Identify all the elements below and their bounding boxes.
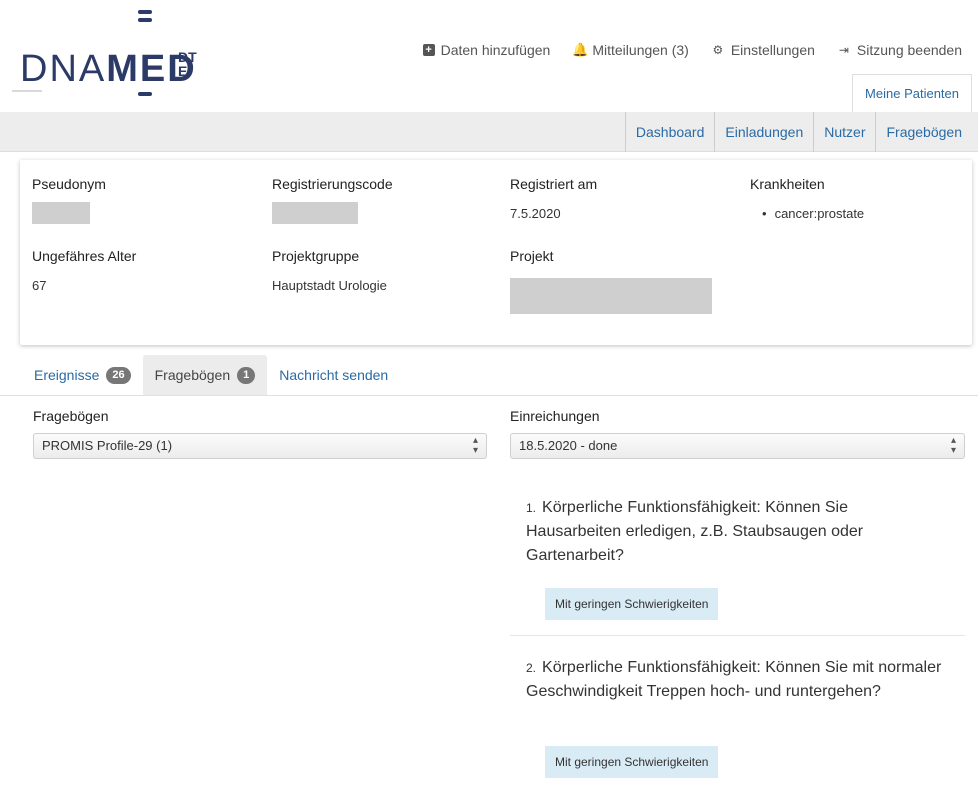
settings-link[interactable]: ⚙ Einstellungen — [711, 42, 815, 58]
question-divider — [510, 635, 965, 636]
answer-badge: Mit geringen Schwierigkeiten — [545, 588, 719, 620]
detail-tabs: Ereignisse 26 Fragebögen 1 Nachricht sen… — [22, 355, 400, 395]
question-number: 1. — [526, 501, 537, 515]
sign-out-icon: ⇥ — [838, 43, 849, 57]
questionnaire-selected-value: PROMIS Profile-29 (1) — [42, 438, 173, 453]
age-field: Ungefähres Alter 67 — [32, 248, 136, 293]
logo-bar — [138, 92, 152, 96]
tab-label: Ereignisse — [34, 367, 100, 383]
group-field: Projektgruppe Hauptstadt Urologie — [272, 248, 387, 293]
question-number: 2. — [526, 661, 537, 675]
settings-label: Einstellungen — [730, 42, 815, 58]
logout-label: Sitzung beenden — [856, 42, 962, 58]
sub-navigation: Dashboard Einladungen Nutzer Fragebögen — [0, 112, 978, 152]
select-arrows-icon: ▴ ▾ — [950, 435, 956, 456]
regcode-label: Registrierungscode — [272, 176, 393, 192]
registered-field: Registriert am 7.5.2020 — [510, 176, 597, 221]
notifications-link[interactable]: 🔔 Mitteilungen (3) — [572, 42, 689, 58]
logo-suffix: DT E — [178, 49, 197, 79]
registered-value: 7.5.2020 — [510, 206, 561, 221]
project-field: Projekt — [510, 248, 712, 314]
notifications-label: Mitteilungen (3) — [592, 42, 689, 58]
tab-ereignisse[interactable]: Ereignisse 26 — [22, 355, 143, 395]
patient-info-card: Pseudonym Registrierungscode Registriert… — [20, 160, 972, 345]
group-label: Projektgruppe — [272, 248, 360, 264]
logo-underline — [12, 90, 42, 92]
subnav-dashboard[interactable]: Dashboard — [624, 112, 715, 152]
tab-label: Nachricht senden — [279, 367, 389, 383]
pseudonym-field: Pseudonym — [32, 176, 106, 224]
top-navigation: + Daten hinzufügen 🔔 Mitteilungen (3) ⚙ … — [422, 42, 962, 58]
tab-meine-patienten[interactable]: Meine Patienten — [852, 74, 972, 112]
answer-badge: Mit geringen Schwierigkeiten — [545, 746, 719, 778]
diseases-label: Krankheiten — [750, 176, 825, 192]
submissions-select[interactable]: 18.5.2020 - done ▴ ▾ — [510, 433, 965, 459]
plus-square-icon: + — [422, 44, 435, 56]
question-text: Körperliche Funktionsfähigkeit: Können S… — [526, 659, 942, 700]
tab-label: Fragebögen — [154, 367, 231, 383]
regcode-redacted — [272, 202, 358, 224]
subnav-frageboegen[interactable]: Fragebögen — [875, 112, 972, 152]
gears-icon: ⚙ — [712, 43, 724, 57]
age-label: Ungefähres Alter — [32, 248, 137, 264]
add-data-link[interactable]: + Daten hinzufügen — [422, 42, 551, 58]
regcode-field: Registrierungscode — [272, 176, 393, 224]
submission-selected-value: 18.5.2020 - done — [519, 438, 618, 453]
pseudonym-label: Pseudonym — [32, 176, 106, 192]
question-1: 1. Körperliche Funktionsfähigkeit: Können… — [526, 496, 946, 568]
disease-item: cancer:prostate — [762, 206, 865, 221]
questionnaire-select[interactable]: PROMIS Profile-29 (1) ▴ ▾ — [33, 433, 487, 459]
tab-nachricht-senden[interactable]: Nachricht senden — [267, 355, 400, 395]
select-arrows-icon: ▴ ▾ — [472, 435, 478, 456]
group-value: Hauptstadt Urologie — [272, 278, 387, 293]
pseudonym-redacted — [32, 202, 90, 224]
add-data-label: Daten hinzufügen — [440, 42, 551, 58]
diseases-field: Krankheiten cancer:prostate — [750, 176, 864, 221]
questionnaire-label: Fragebögen — [33, 408, 109, 424]
count-badge: 1 — [237, 366, 256, 384]
bell-icon: 🔔 — [572, 42, 589, 57]
dnamed-logo[interactable]: DNAMED DT E — [20, 10, 220, 106]
project-label: Projekt — [510, 248, 554, 264]
logo-text: DNAMED — [20, 48, 197, 90]
count-badge: 26 — [106, 366, 131, 384]
project-redacted — [510, 278, 712, 314]
logo-bar — [138, 10, 152, 14]
subnav-nutzer[interactable]: Nutzer — [813, 112, 875, 152]
question-2: 2. Körperliche Funktionsfähigkeit: Können… — [526, 656, 946, 704]
header: DNAMED DT E + Daten hinzufügen 🔔 Mitteilu… — [0, 0, 978, 112]
submissions-label: Einreichungen — [510, 408, 600, 424]
subnav-einladungen[interactable]: Einladungen — [714, 112, 813, 152]
logo-bar — [138, 18, 152, 22]
logout-link[interactable]: ⇥ Sitzung beenden — [837, 42, 962, 58]
tabs-divider — [0, 395, 978, 396]
registered-label: Registriert am — [510, 176, 598, 192]
question-text: Körperliche Funktionsfähigkeit: Können S… — [526, 499, 864, 564]
age-value: 67 — [32, 278, 47, 293]
tab-frageboegen[interactable]: Fragebögen 1 — [142, 355, 268, 395]
